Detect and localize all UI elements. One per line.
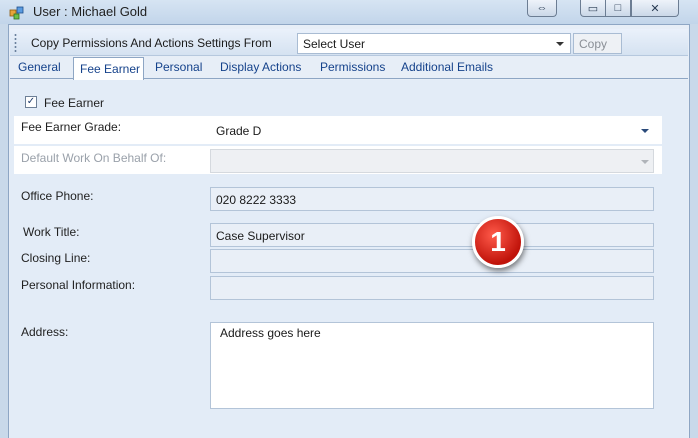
office-phone-input[interactable]: 020 8222 3333 [210,187,654,211]
grade-dropdown[interactable]: Grade D [210,118,654,142]
minimize-icon: ▭ [587,2,599,15]
chevron-down-icon [556,42,564,46]
tab-general[interactable]: General [18,60,61,79]
fee-earner-checkbox[interactable]: ✓ [25,96,37,108]
closing-line-label: Closing Line: [21,251,91,265]
fee-earner-panel: ✓ Fee Earner Fee Earner Grade: Grade D D… [10,80,688,438]
grade-value: Grade D [216,124,262,138]
minimize-button[interactable]: ▭ [580,0,606,17]
app-icon [9,6,24,20]
close-icon: ✕ [650,2,660,15]
address-textarea[interactable]: Address goes here [210,322,654,409]
step-callout-badge: 1 [472,216,524,268]
behalf-dropdown [210,149,654,173]
address-label: Address: [21,325,69,339]
chevron-down-icon [641,160,649,164]
window-title: User : Michael Gold [33,4,148,19]
window-titlebar: User : Michael Gold ⇔ ▭ □ ✕ [0,0,698,24]
tab-personal[interactable]: Personal [155,60,202,79]
closing-line-input[interactable] [210,249,654,273]
personal-info-label: Personal Information: [21,278,136,292]
maximize-button[interactable]: □ [605,0,631,17]
behalf-label: Default Work On Behalf Of: [21,151,167,165]
personal-info-input[interactable] [210,276,654,300]
address-value: Address goes here [220,326,321,340]
fee-earner-checkbox-label: Fee Earner [44,96,105,110]
select-user-dropdown[interactable]: Select User [297,33,571,54]
copy-permissions-label: Copy Permissions And Actions Settings Fr… [31,36,272,50]
swap-arrows-button[interactable]: ⇔ [527,0,557,17]
work-title-input[interactable]: Case Supervisor [210,223,654,247]
tab-fee-earner[interactable]: Fee Earner [73,57,144,80]
office-phone-label: Office Phone: [21,189,94,203]
tab-permissions[interactable]: Permissions [320,60,385,79]
work-title-value: Case Supervisor [216,229,305,243]
close-button[interactable]: ✕ [631,0,679,17]
toolbar-grip-icon[interactable] [14,33,17,53]
chevron-down-icon [641,129,649,133]
grade-label: Fee Earner Grade: [21,120,122,134]
tab-additional-emails[interactable]: Additional Emails [401,60,493,79]
copy-permissions-toolbar: Copy Permissions And Actions Settings Fr… [10,29,688,56]
tab-display-actions[interactable]: Display Actions [220,60,301,79]
tab-strip: General Fee Earner Personal Display Acti… [10,57,688,80]
window-frame: Copy Permissions And Actions Settings Fr… [8,24,690,438]
work-title-label: Work Title: [23,225,80,239]
office-phone-value: 020 8222 3333 [216,193,297,207]
double-arrow-icon: ⇔ [536,2,548,14]
select-user-value: Select User [303,37,366,51]
maximize-icon: □ [614,2,622,14]
copy-button[interactable]: Copy [573,33,622,54]
